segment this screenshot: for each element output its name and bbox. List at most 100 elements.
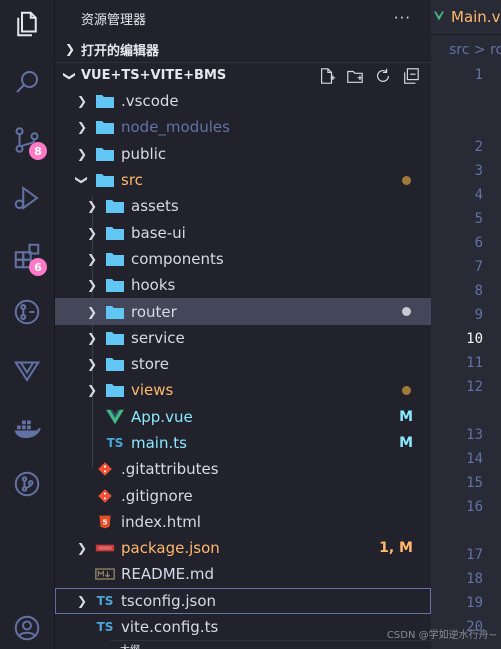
line-number: 12 [466,379,483,395]
outline-section[interactable]: 大纲 [110,640,431,649]
vue-file-icon [105,408,125,426]
extensions-badge: 6 [29,258,47,276]
chevron-right-icon: ❯ [76,146,88,161]
open-editors-section[interactable]: ❯ 打开的编辑器 [55,36,431,62]
tree-folder-item[interactable]: ❯ store [55,351,431,377]
refresh-icon[interactable] [373,66,393,86]
tree-folder-item[interactable]: ❯ hooks [55,272,431,298]
tree-item-label: vite.config.ts [121,618,219,637]
folder-icon [105,381,125,399]
explorer-title: 资源管理器 [81,12,147,28]
folder-icon [105,197,125,215]
tree-folder-item[interactable]: ❯ .vscode [55,88,431,114]
chevron-right-icon: ❯ [76,593,88,608]
folder-icon [105,250,125,268]
tree-folder-item[interactable]: ❯ node_modules [55,114,431,140]
svg-text:5: 5 [102,517,107,526]
tree-file-item[interactable]: 5 index.html [55,509,431,535]
outline-label: 大纲 [120,641,140,649]
tree-item-label: index.html [121,512,201,531]
chevron-right-icon: ❯ [86,225,98,240]
docker-icon[interactable] [9,410,45,446]
tree-item-label: main.ts [131,434,187,452]
chevron-right-icon: ❯ [76,120,88,135]
folder-icon [105,329,125,347]
folder-icon [105,276,125,294]
tree-item-label: hooks [131,276,176,295]
line-number: 13 [466,427,483,443]
run-debug-icon[interactable] [9,180,45,216]
account-icon[interactable] [9,610,45,646]
git-status-badge: 1, M [379,540,413,557]
collapse-all-icon[interactable] [401,66,421,86]
breadcrumb[interactable]: src > ro [449,42,501,58]
more-actions-button[interactable]: ··· [394,9,411,27]
typescript-file-icon: TS [96,620,114,635]
line-number: 8 [474,283,483,299]
chevron-right-icon: ❯ [86,304,98,319]
git-file-icon [95,460,115,478]
typescript-file-icon: TS [106,436,124,450]
tree-file-item[interactable]: ❯ package.json 1, M [55,535,431,561]
line-number: 17 [466,547,483,563]
source-control-icon[interactable]: 8 [9,122,47,160]
tree-file-item[interactable]: ❯ TS tsconfig.json [55,587,431,614]
modified-dot [402,385,411,395]
folder-icon [105,303,125,321]
activity-bar: 8 6 [0,0,55,649]
search-icon[interactable] [9,64,45,100]
tree-item-label: .vscode [121,92,179,111]
tree-item-label: tsconfig.json [121,591,217,610]
folder-icon [105,224,125,242]
tree-item-label: README.md [121,565,215,584]
explorer-icon[interactable] [9,6,45,42]
line-number: 2 [474,139,483,155]
tsconfig-file-icon: TS [96,593,114,608]
modified-dot [402,175,411,185]
line-number: 10 [466,331,483,347]
chevron-right-icon: ❯ [76,94,88,109]
tree-folder-item[interactable]: ❯ service [55,325,431,351]
project-section[interactable]: ❯ VUE+TS+VITE+BMS [55,62,431,88]
extensions-icon[interactable]: 6 [9,238,47,276]
tree-folder-item[interactable]: ❯ views [55,377,431,403]
new-file-icon[interactable] [317,66,337,86]
tree-folder-item[interactable]: ❯ public [55,141,431,167]
tree-folder-item[interactable]: ❯ base-ui [55,219,431,245]
line-number: 9 [474,307,483,323]
remote-explorer-icon[interactable] [9,294,45,330]
tree-folder-item[interactable]: ❯ src [55,167,431,193]
tree-item-label: router [131,302,177,321]
tree-file-item[interactable]: TS main.ts M [55,430,431,456]
chevron-right-icon: ❯ [64,42,76,56]
extension-view-icon[interactable] [9,352,45,388]
tree-folder-item[interactable]: ❯ components [55,246,431,272]
tree-file-item[interactable]: .gitattributes [55,456,431,482]
html5-file-icon: 5 [95,513,115,531]
tree-file-item[interactable]: TS vite.config.ts [55,614,431,640]
line-number: 18 [466,571,483,587]
tree-folder-item[interactable]: ❯ assets [55,193,431,219]
line-number: 14 [466,451,483,467]
line-number: 11 [466,355,483,371]
tree-item-label: .gitignore [121,486,193,505]
tree-file-item[interactable]: .gitignore [55,482,431,508]
editor-tab[interactable]: Main.vue [431,0,501,35]
tree-folder-item[interactable]: ❯ router [55,298,431,325]
chevron-right-icon: ❯ [86,251,98,266]
tree-item-label: base-ui [131,223,186,242]
tree-item-label: components [131,249,224,268]
tree-item-label: src [121,171,143,190]
git-graph-icon[interactable] [9,466,45,502]
folder-icon [95,171,115,189]
tree-file-item[interactable]: README.md [55,561,431,587]
explorer-header: 资源管理器 ··· [55,0,431,36]
tree-file-item[interactable]: App.vue M [55,404,431,430]
chevron-right-icon: ❯ [86,330,98,345]
new-folder-icon[interactable] [345,66,365,86]
chevron-right-icon: ❯ [86,199,98,214]
tree-item-label: views [131,381,174,400]
tree-item-label: service [131,328,185,347]
watermark: CSDN @学如逆水行舟~ [386,630,497,641]
project-label: VUE+TS+VITE+BMS [81,68,227,83]
